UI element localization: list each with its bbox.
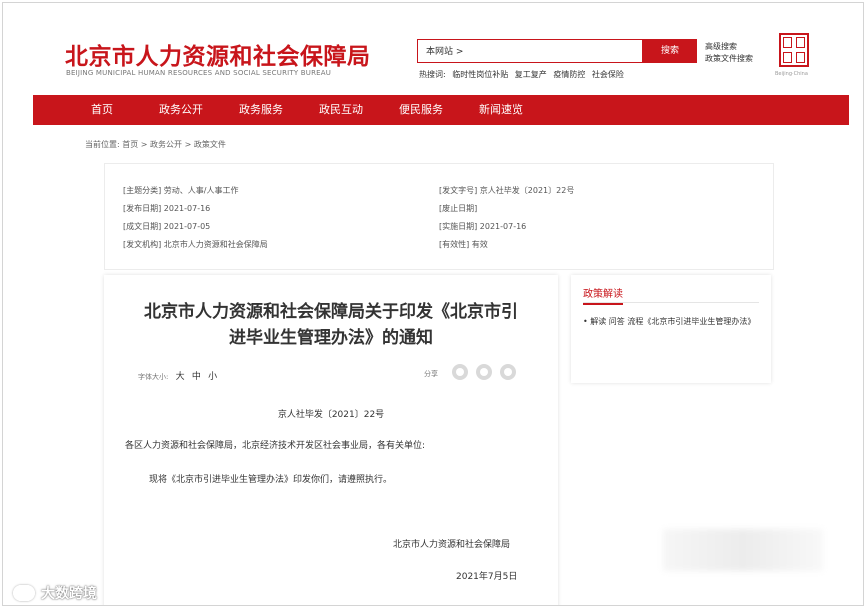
article-addressee: 各区人力资源和社会保障局，北京经济技术开发区社会事业局，各有关单位: (125, 441, 426, 451)
article-title-line: 进毕业生管理办法》的通知 (229, 328, 433, 348)
watermark: 大数跨境 (13, 582, 97, 604)
meta-created-date: [成文日期] 2021-07-05 (123, 222, 211, 231)
policy-interpretation-panel: 政策解读 • 解读 问答 流程《北京市引进毕业生管理办法》 (571, 275, 771, 383)
panel-item-link[interactable]: • 解读 问答 流程《北京市引进毕业生管理办法》 (583, 309, 759, 335)
article-body: 现将《北京市引进毕业生管理办法》印发你们，请遵照执行。 (149, 475, 393, 485)
wechat-share-icon[interactable] (452, 364, 468, 380)
hot-word-link[interactable]: 临时性岗位补贴 (452, 70, 508, 79)
site-title[interactable]: 北京市人力资源和社会保障局 (65, 37, 371, 71)
hot-search-row: 热搜词: 临时性岗位补贴 复工复产 疫情防控 社会保险 (419, 69, 628, 80)
meta-issuer: [发文机构] 北京市人力资源和社会保障局 (123, 240, 268, 249)
article-signature: 北京市人力资源和社会保障局 (393, 540, 511, 550)
hot-word-link[interactable]: 复工复产 (515, 70, 547, 79)
nav-item-gov-service[interactable]: 政务服务 (239, 95, 283, 125)
article-title-line: 北京市人力资源和社会保障局关于印发《北京市引 (144, 302, 518, 322)
font-small-button[interactable]: 小 (208, 372, 217, 382)
meta-info-box: [主题分类] 劳动、人事/人事工作 [发文字号] 京人社毕发〔2021〕22号 … (104, 163, 774, 270)
hot-word-link[interactable]: 社会保险 (592, 70, 624, 79)
nav-item-interaction[interactable]: 政民互动 (319, 95, 363, 125)
policy-search-link[interactable]: 政策文件搜索 (705, 53, 753, 65)
advanced-search-link[interactable]: 高级搜索 (705, 41, 753, 53)
meta-abolish-date: [废止日期] (439, 204, 478, 213)
weibo-share-icon[interactable] (476, 364, 492, 380)
font-size-label: 字体大小: (138, 373, 169, 381)
hot-search-label: 热搜词: (419, 70, 446, 79)
meta-validity: [有效性] 有效 (439, 240, 488, 249)
font-size-control: 字体大小: 大 中 小 (138, 369, 217, 382)
meta-doc-no: [发文字号] 京人社毕发〔2021〕22号 (439, 186, 575, 195)
share-label: 分享 (424, 370, 438, 378)
site-subtitle: BEIJING MUNICIPAL HUMAN RESOURCES AND SO… (66, 69, 332, 77)
nav-item-gov-affairs[interactable]: 政务公开 (159, 95, 203, 125)
side-links: 高级搜索 政策文件搜索 (705, 41, 753, 65)
meta-topic: [主题分类] 劳动、人事/人事工作 (123, 186, 239, 195)
font-medium-button[interactable]: 中 (192, 372, 201, 382)
main-nav: 首页 政务公开 政务服务 政民互动 便民服务 新闻速览 (33, 95, 849, 125)
nav-item-convenience[interactable]: 便民服务 (399, 95, 443, 125)
watermark-text: 大数跨境 (41, 586, 97, 602)
article-date: 2021年7月5日 (456, 572, 518, 582)
page-frame: 北京市人力资源和社会保障局 BEIJING MUNICIPAL HUMAN RE… (2, 2, 864, 606)
search-input[interactable]: 本网站 > (417, 39, 643, 63)
meta-effective-date: [实施日期] 2021-07-16 (439, 222, 527, 231)
blurred-region (663, 529, 823, 571)
article-card: 北京市人力资源和社会保障局关于印发《北京市引 进毕业生管理办法》的通知 字体大小… (104, 275, 558, 605)
qzone-share-icon[interactable] (500, 364, 516, 380)
article-doc-no: 京人社毕发〔2021〕22号 (277, 410, 385, 420)
hot-word-link[interactable]: 疫情防控 (553, 70, 585, 79)
watermark-logo-icon (13, 585, 35, 601)
search-button[interactable]: 搜索 (643, 39, 697, 63)
nav-item-home[interactable]: 首页 (91, 95, 113, 125)
font-large-button[interactable]: 大 (176, 372, 185, 382)
seal-caption: Beijing·China (775, 71, 808, 77)
nav-item-news[interactable]: 新闻速览 (479, 95, 523, 125)
breadcrumb[interactable]: 当前位置: 首页 > 政务公开 > 政策文件 (85, 139, 226, 150)
meta-publish-date: [发布日期] 2021-07-16 (123, 204, 211, 213)
seal-logo-icon (779, 33, 809, 67)
article-title: 北京市人力资源和社会保障局关于印发《北京市引 进毕业生管理办法》的通知 (124, 299, 538, 351)
panel-title[interactable]: 政策解读 (583, 285, 623, 305)
